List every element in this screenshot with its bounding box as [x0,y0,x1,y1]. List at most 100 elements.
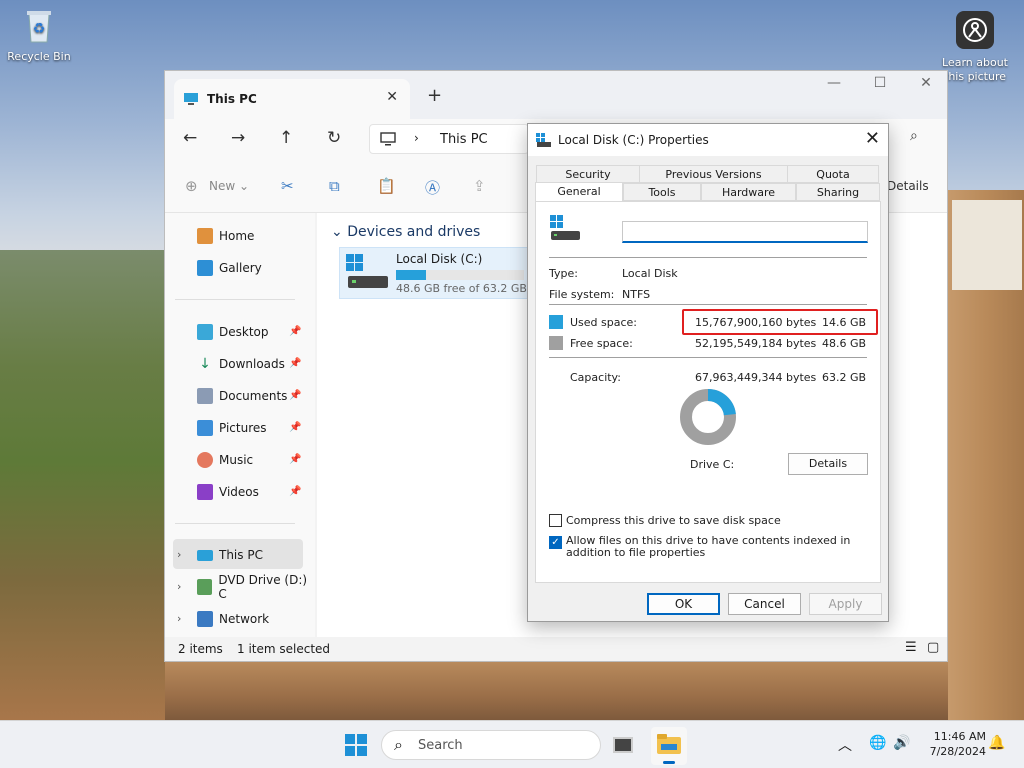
ok-button[interactable]: OK [647,593,720,615]
tab-hardware[interactable]: Hardware [701,183,796,201]
chevron-right-icon[interactable]: › [177,612,181,625]
sidebar-item-videos[interactable]: Videos [197,482,259,502]
close-tab-icon[interactable]: ✕ [386,89,398,105]
sidebar-item-this-pc[interactable]: This PC [197,545,263,565]
notification-bell-icon[interactable]: 🔔 [988,735,1005,751]
volume-label-input[interactable] [622,221,868,243]
back-button[interactable]: ← [183,128,197,148]
tab-label: Security [565,168,611,181]
network-icon [197,611,213,627]
drive-name: Local Disk (C:) [396,252,483,266]
share-icon[interactable]: ⇪ [473,177,486,195]
chevron-up-icon[interactable]: ︿ [838,735,852,755]
recycle-bin-desktop-icon[interactable]: ♻ Recycle Bin [6,8,72,63]
start-windows-icon[interactable] [345,734,367,756]
pictures-icon [197,420,213,436]
explorer-taskbar-button[interactable] [651,727,687,765]
tab-label: Tools [648,186,676,199]
apply-button[interactable]: Apply [809,593,882,615]
tab-general[interactable]: General [535,182,623,202]
copy-icon[interactable]: ⧉ [329,177,340,195]
details-view-icon[interactable]: ☰ [905,640,917,655]
divider [549,257,867,258]
pin-icon[interactable]: 📌 [289,422,301,433]
taskbar: ⌕ Search ︿ 🌐 🔊 11:46 AM 7/28/2024 🔔 [0,720,1024,768]
clock-time: 11:46 AM [933,730,986,743]
sidebar-item-gallery[interactable]: Gallery [197,258,262,278]
home-icon [197,228,213,244]
explorer-titlebar: This PC ✕ + — ☐ ✕ [165,71,947,119]
new-plus-icon[interactable]: ⊕ [185,177,198,195]
minimize-button[interactable]: — [811,75,857,91]
free-space-label: Free space: [570,337,633,350]
tab-security[interactable]: Security [536,165,640,183]
sidebar-label: Gallery [219,261,262,275]
drive-free-text: 48.6 GB free of 63.2 GB [396,282,527,295]
cancel-button[interactable]: Cancel [728,593,801,615]
pin-icon[interactable]: 📌 [289,390,301,401]
pin-icon[interactable]: 📌 [289,326,301,337]
tab-label: Previous Versions [665,168,762,181]
clock-date: 7/28/2024 [929,745,986,758]
up-button[interactable]: ↑ [279,128,293,148]
sidebar-item-documents[interactable]: Documents [197,386,287,406]
used-space-swatch [549,315,563,329]
folder-icon [657,734,681,754]
speaker-icon[interactable]: 🔊 [893,735,910,751]
new-tab-button[interactable]: + [427,85,442,106]
sidebar-item-home[interactable]: Home [197,226,254,246]
tab-quota[interactable]: Quota [787,165,879,183]
close-window-button[interactable]: ✕ [903,75,949,91]
tab-previous-versions[interactable]: Previous Versions [639,165,788,183]
chevron-right-icon[interactable]: › [177,548,181,561]
sidebar-label: DVD Drive (D:) C [218,573,308,601]
pin-icon[interactable]: 📌 [289,454,301,465]
group-header[interactable]: ⌄ Devices and drives [331,224,480,240]
compress-drive-checkbox[interactable] [549,514,562,527]
details-button[interactable]: Details [788,453,868,475]
task-view-icon[interactable] [613,737,633,753]
tiles-view-icon[interactable]: ▢ [927,640,939,655]
tab-title: This PC [207,92,257,106]
paste-icon[interactable]: 📋 [377,177,396,195]
allow-indexing-checkbox[interactable]: ✓ [549,536,562,549]
search-icon[interactable]: ⌕ [910,128,918,144]
learn-about-picture-icon-item[interactable]: Learn about this picture [938,10,1012,84]
sidebar-label: Pictures [219,421,267,435]
new-button[interactable]: New ⌄ [209,179,249,193]
sidebar-item-downloads[interactable]: ↓ Downloads [197,354,285,374]
pin-icon[interactable]: 📌 [289,486,301,497]
forward-button[interactable]: → [231,128,245,148]
divider [549,357,867,358]
refresh-button[interactable]: ↻ [327,128,341,148]
tab-tools[interactable]: Tools [623,183,701,201]
capacity-bytes: 67,963,449,344 bytes [695,371,817,384]
sidebar-item-music[interactable]: Music [197,450,253,470]
gallery-icon [197,260,213,276]
maximize-button[interactable]: ☐ [857,75,903,91]
clock[interactable]: 11:46 AM 7/28/2024 [930,729,986,759]
taskbar-search-box[interactable]: ⌕ Search [381,730,601,760]
address-text: This PC [440,132,488,147]
pc-icon [197,549,213,561]
sidebar-item-network[interactable]: Network [197,609,269,629]
details-pane-button[interactable]: Details [887,179,929,193]
globe-icon[interactable]: 🌐 [869,735,886,751]
local-disk-icon [550,215,580,240]
tab-this-pc[interactable]: This PC ✕ [174,79,410,119]
highlight-annotation-box [682,309,878,335]
sidebar-item-desktop[interactable]: Desktop [197,322,269,342]
sidebar-item-pictures[interactable]: Pictures [197,418,267,438]
file-system-label: File system: [549,288,615,301]
local-disk-c-tile[interactable]: Local Disk (C:) 48.6 GB free of 63.2 GB [339,247,529,299]
tab-label: Hardware [721,186,776,199]
chevron-right-icon[interactable]: › [177,580,181,593]
address-bar[interactable]: › This PC [369,124,529,154]
dialog-close-icon[interactable]: ✕ [865,128,880,149]
learn-about-label: Learn about this picture [942,56,1008,83]
rename-icon[interactable]: Ⓐ [425,177,440,198]
tab-sharing[interactable]: Sharing [796,183,880,201]
sidebar-item-dvd-drive[interactable]: DVD Drive (D:) C [197,573,315,601]
cut-icon[interactable]: ✂ [281,177,294,195]
pin-icon[interactable]: 📌 [289,358,301,369]
